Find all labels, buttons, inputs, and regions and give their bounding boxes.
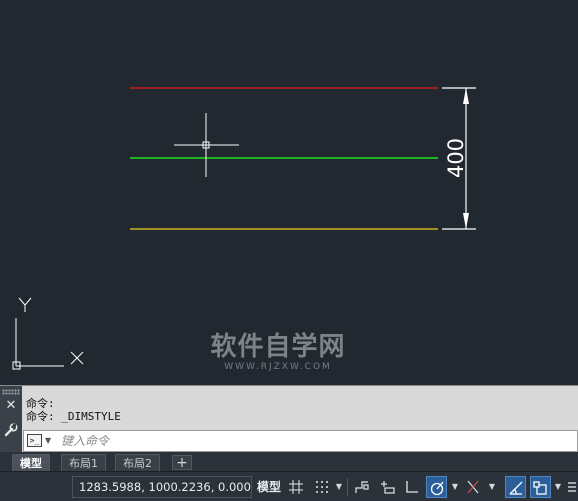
tab-layout1[interactable]: 布局1 [61, 454, 106, 471]
autocad-window: 400 软件自学网 WWW.RJZXW.COM ✕ 命令: 命令: _DIMST… [0, 0, 578, 501]
command-window-sidebar: ✕ [0, 386, 22, 453]
dimension-text: 400 [444, 138, 468, 178]
isometric-button[interactable] [463, 476, 484, 498]
wrench-icon[interactable] [3, 422, 19, 438]
chevron-down-icon[interactable]: ▼ [450, 476, 460, 498]
model-space-button[interactable]: 模型 [254, 476, 284, 498]
ortho-icon [406, 481, 418, 493]
chevron-down-icon[interactable]: ▼ [553, 476, 563, 498]
object-snap-tracking-icon [509, 481, 523, 495]
infer-constraints-icon [355, 481, 369, 493]
close-command-window-button[interactable]: ✕ [4, 399, 18, 413]
separator [347, 478, 348, 496]
menu-icon [568, 482, 576, 492]
drawing-canvas[interactable]: 400 软件自学网 WWW.RJZXW.COM [0, 0, 578, 385]
infer-constraints-button[interactable] [352, 476, 373, 498]
command-history: 命令: 命令: _DIMSTYLE [26, 397, 121, 423]
dynamic-input-icon [381, 481, 395, 494]
polar-tracking-button[interactable] [426, 476, 447, 498]
drag-grip-icon[interactable] [2, 389, 20, 395]
dynamic-input-button[interactable] [377, 476, 398, 498]
layout-tabs: 模型 布局1 布局2 + [0, 452, 578, 471]
chevron-down-icon[interactable]: ▼ [45, 436, 51, 445]
grid-button[interactable] [286, 476, 307, 498]
snap-button[interactable] [312, 476, 333, 498]
object-snap-icon [533, 481, 547, 495]
polar-tracking-icon [430, 481, 444, 496]
drawing-svg: 400 [12, 87, 476, 370]
snap-dots-icon [316, 481, 328, 493]
grid-icon [289, 480, 303, 494]
object-snap-tracking-button[interactable] [505, 476, 526, 498]
coordinate-readout[interactable]: 1283.5988, 1000.2236, 0.0000 [72, 476, 252, 498]
tab-model[interactable]: 模型 [12, 454, 50, 471]
command-window: ✕ 命令: 命令: _DIMSTYLE >_ ▼ [0, 385, 578, 453]
tab-layout2[interactable]: 布局2 [115, 454, 160, 471]
command-prompt-icon[interactable]: >_ [27, 434, 42, 447]
command-history-line: 命令: _DIMSTYLE [26, 410, 121, 423]
chevron-down-icon[interactable]: ▼ [334, 476, 344, 498]
isometric-icon [467, 480, 479, 494]
object-snap-button[interactable] [530, 476, 551, 498]
command-input[interactable] [61, 432, 561, 450]
more-options-button[interactable] [565, 476, 578, 498]
chevron-down-icon[interactable]: ▼ [487, 476, 497, 498]
command-line[interactable]: >_ ▼ [23, 430, 578, 452]
ucs-icon [12, 297, 84, 370]
command-history-line: 命令: [26, 397, 55, 410]
status-bar: 1283.5988, 1000.2236, 0.0000 模型 ▼ ▼ ▼ ▼ [0, 471, 578, 501]
ortho-button[interactable] [402, 476, 423, 498]
crosshair-cursor [174, 113, 239, 177]
add-layout-button[interactable]: + [172, 455, 192, 470]
